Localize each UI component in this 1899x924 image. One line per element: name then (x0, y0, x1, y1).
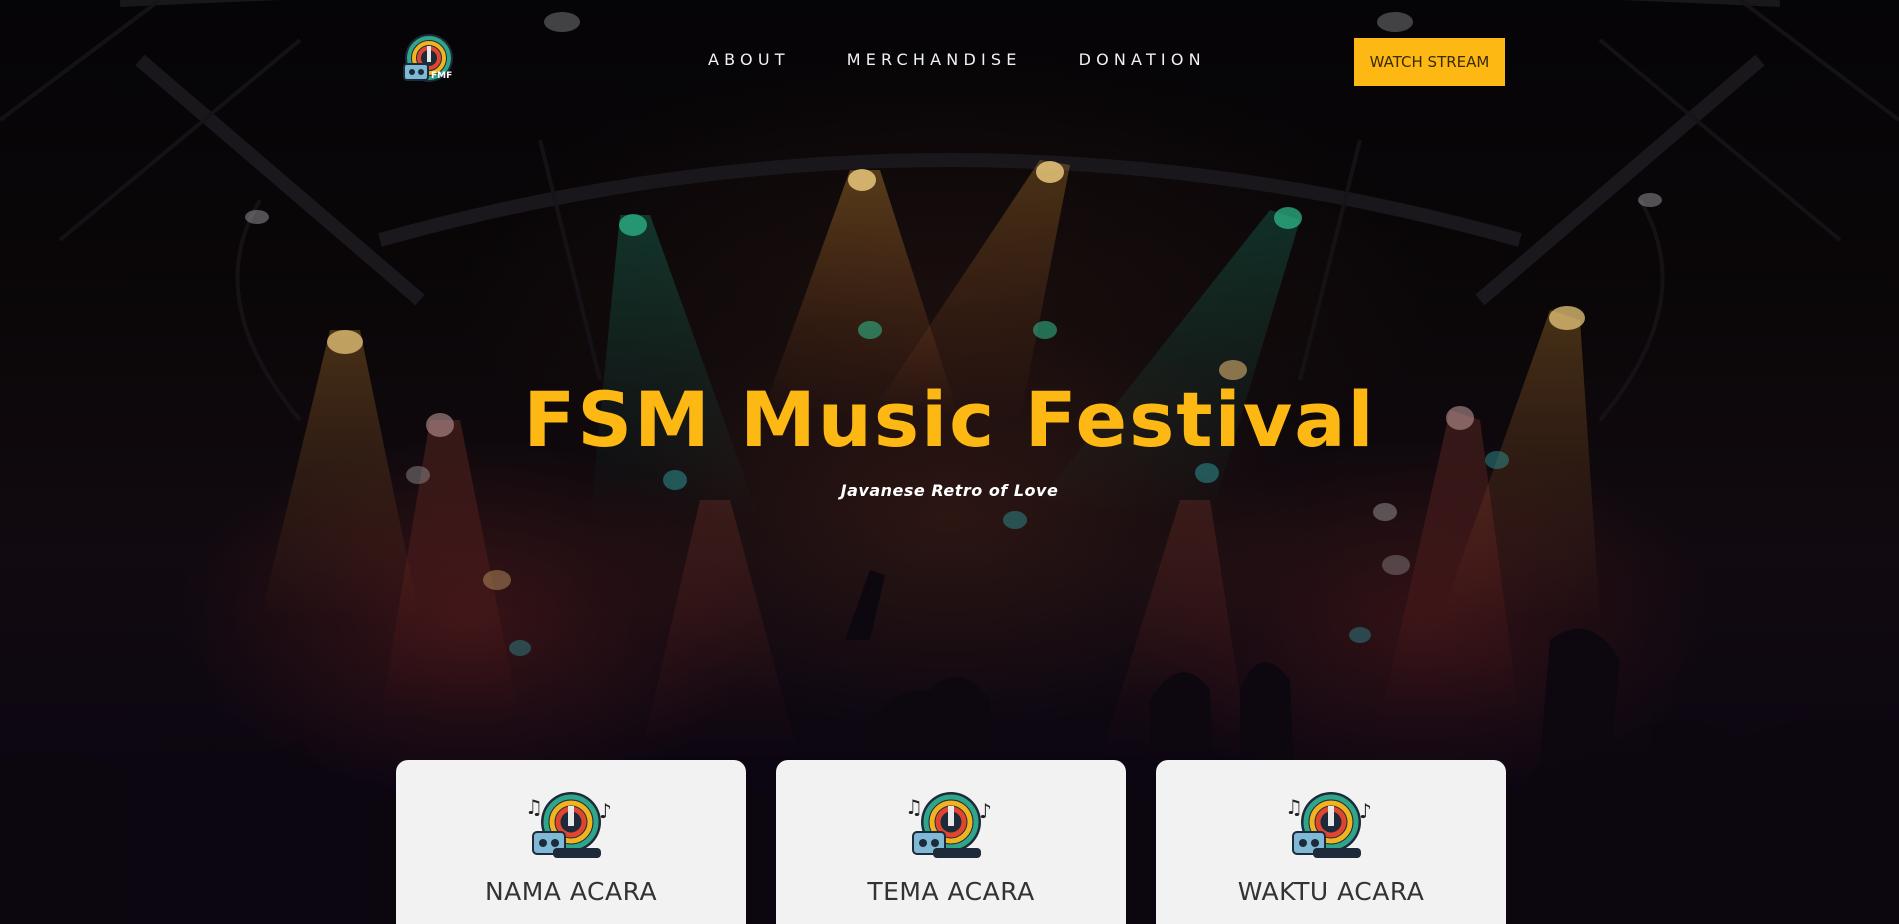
fmf-logo-text: FMF (431, 71, 452, 81)
nav-link-merchandise[interactable]: MERCHANDISE (847, 50, 1022, 69)
svg-text:♪: ♪ (979, 799, 992, 823)
fmf-logo[interactable]: FMF (398, 32, 460, 88)
fmf-festival-logo-icon: ♫ ♪ (905, 792, 992, 858)
hero-title: FSM Music Festival (523, 375, 1376, 464)
fmf-festival-logo-icon: ♫ ♪ (525, 792, 612, 858)
event-name-title: NAMA ACARA (484, 877, 658, 906)
landing-page: FMF ABOUT MERCHANDISE DONATION WATCH STR… (0, 0, 1899, 924)
svg-text:♫: ♫ (1285, 795, 1303, 819)
nav-link-donation[interactable]: DONATION (1079, 50, 1206, 69)
svg-text:♪: ♪ (1359, 799, 1372, 823)
main-menu: ABOUT MERCHANDISE DONATION (708, 50, 1206, 69)
svg-text:♫: ♫ (905, 795, 923, 819)
hero-subtitle: Javanese Retro of Love (840, 481, 1059, 500)
top-navigation: FMF ABOUT MERCHANDISE DONATION WATCH STR… (0, 0, 1899, 124)
event-theme-title: TEMA ACARA (867, 877, 1035, 906)
svg-text:♫: ♫ (525, 795, 543, 819)
event-info-cards: ♫ ♪ NAMA ACARA ♫ ♪ TEMA ACARA ♫ ♪ WAKTU … (396, 760, 1506, 924)
watch-stream-button[interactable]: WATCH STREAM (1354, 38, 1505, 86)
nav-link-about[interactable]: ABOUT (708, 50, 790, 69)
event-theme-card: ♫ ♪ TEMA ACARA (776, 760, 1126, 924)
event-name-card: ♫ ♪ NAMA ACARA (396, 760, 746, 924)
fmf-logo-icon: FMF (403, 34, 453, 82)
event-time-title: WAKTU ACARA (1237, 877, 1425, 906)
event-time-card: ♫ ♪ WAKTU ACARA (1156, 760, 1506, 924)
fmf-festival-logo-icon: ♫ ♪ (1285, 792, 1372, 858)
svg-text:♪: ♪ (599, 799, 612, 823)
